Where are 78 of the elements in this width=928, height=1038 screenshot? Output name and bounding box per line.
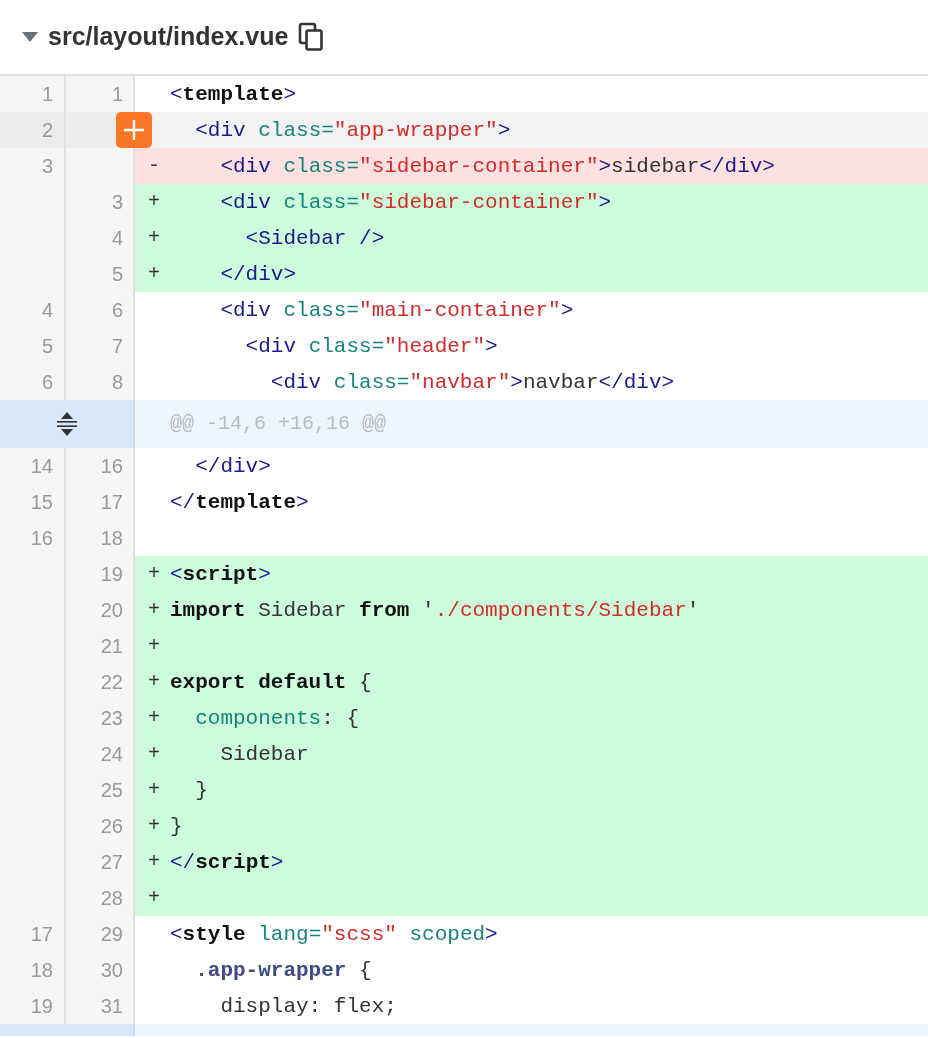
line-number: 17 xyxy=(66,484,135,520)
line-number: 14 xyxy=(0,448,66,484)
line-number: 5 xyxy=(66,256,135,292)
line-number: 8 xyxy=(66,364,135,400)
line-number: 24 xyxy=(66,736,135,772)
line-number: 2 xyxy=(0,112,66,148)
diff-sign: + xyxy=(148,885,160,911)
diff-sign: + xyxy=(148,813,160,839)
caret-icon[interactable] xyxy=(22,32,38,42)
code-line: <div class="sidebar-container">sidebar</div> xyxy=(219,155,775,177)
line-number: 5 xyxy=(0,328,66,364)
line-number: 30 xyxy=(66,952,135,988)
diff-sign: + xyxy=(148,705,160,731)
line-number: 22 xyxy=(66,664,135,700)
line-number: 1 xyxy=(0,76,66,112)
diff-sign: + xyxy=(148,261,160,287)
line-number: 28 xyxy=(66,880,135,916)
code-line: Sidebar xyxy=(219,743,309,765)
line-number: 3 xyxy=(66,184,135,220)
line-number: 19 xyxy=(66,556,135,592)
diff-sign: + xyxy=(148,669,160,695)
code-line: <template> xyxy=(170,83,297,105)
line-number: 31 xyxy=(66,988,135,1024)
line-number: 20 xyxy=(66,592,135,628)
diff-sign: + xyxy=(148,777,160,803)
line-number: 19 xyxy=(0,988,66,1024)
code-line: <div class="app-wrapper"> xyxy=(194,119,511,141)
line-number: 16 xyxy=(0,520,66,556)
code-line: export default { xyxy=(170,671,372,693)
line-number: 23 xyxy=(66,700,135,736)
line-number: 18 xyxy=(66,520,135,556)
code-line: </template> xyxy=(170,491,309,513)
line-number: 21 xyxy=(66,628,135,664)
line-number: 7 xyxy=(66,328,135,364)
line-number: 25 xyxy=(66,772,135,808)
code-line: </script> xyxy=(170,851,284,873)
code-line: <div class="navbar">navbar</div> xyxy=(269,371,675,393)
diff-sign: - xyxy=(148,153,160,179)
code-line: <script> xyxy=(170,563,271,585)
line-number: 1 xyxy=(66,76,135,112)
code-line: import Sidebar from './components/Sidebar' xyxy=(170,599,700,621)
diff-sign: + xyxy=(148,633,160,659)
code-line: </div> xyxy=(219,263,297,285)
diff-sign: + xyxy=(148,225,160,251)
diff-sign: + xyxy=(148,849,160,875)
code-line: } xyxy=(170,815,183,837)
plus-icon xyxy=(123,119,145,141)
diff-sign: + xyxy=(148,189,160,215)
code-line: </div> xyxy=(194,455,271,477)
code-line: <style lang="scss" scoped> xyxy=(170,923,498,945)
code-line: <div class="sidebar-container"> xyxy=(219,191,612,213)
file-path: src/layout/index.vue xyxy=(48,21,289,53)
code-line: } xyxy=(194,779,208,801)
line-number: 16 xyxy=(66,448,135,484)
line-number: 15 xyxy=(0,484,66,520)
code-line: components: { xyxy=(194,707,360,729)
line-number: 27 xyxy=(66,844,135,880)
line-number: 3 xyxy=(0,148,66,184)
code-line: .app-wrapper { xyxy=(194,959,372,981)
code-line: <div class="main-container"> xyxy=(219,299,574,321)
line-number: 6 xyxy=(0,364,66,400)
diff-sign: + xyxy=(148,741,160,767)
line-number: 4 xyxy=(0,292,66,328)
code-line: <div class="header"> xyxy=(244,335,498,357)
code-line: <Sidebar /> xyxy=(244,227,385,249)
code-line: display: flex; xyxy=(219,995,397,1017)
copy-icon[interactable] xyxy=(298,22,325,52)
line-number: 29 xyxy=(66,916,135,952)
hunk-header: @@ -14,6 +16,16 @@ xyxy=(170,411,387,437)
line-number: 18 xyxy=(0,952,66,988)
line-number: 6 xyxy=(66,292,135,328)
add-comment-button[interactable] xyxy=(116,112,152,148)
line-number xyxy=(66,148,135,184)
diff-sign: + xyxy=(148,597,160,623)
line-number: 17 xyxy=(0,916,66,952)
line-number: 4 xyxy=(66,220,135,256)
diff-sign: + xyxy=(148,561,160,587)
line-number: 26 xyxy=(66,808,135,844)
